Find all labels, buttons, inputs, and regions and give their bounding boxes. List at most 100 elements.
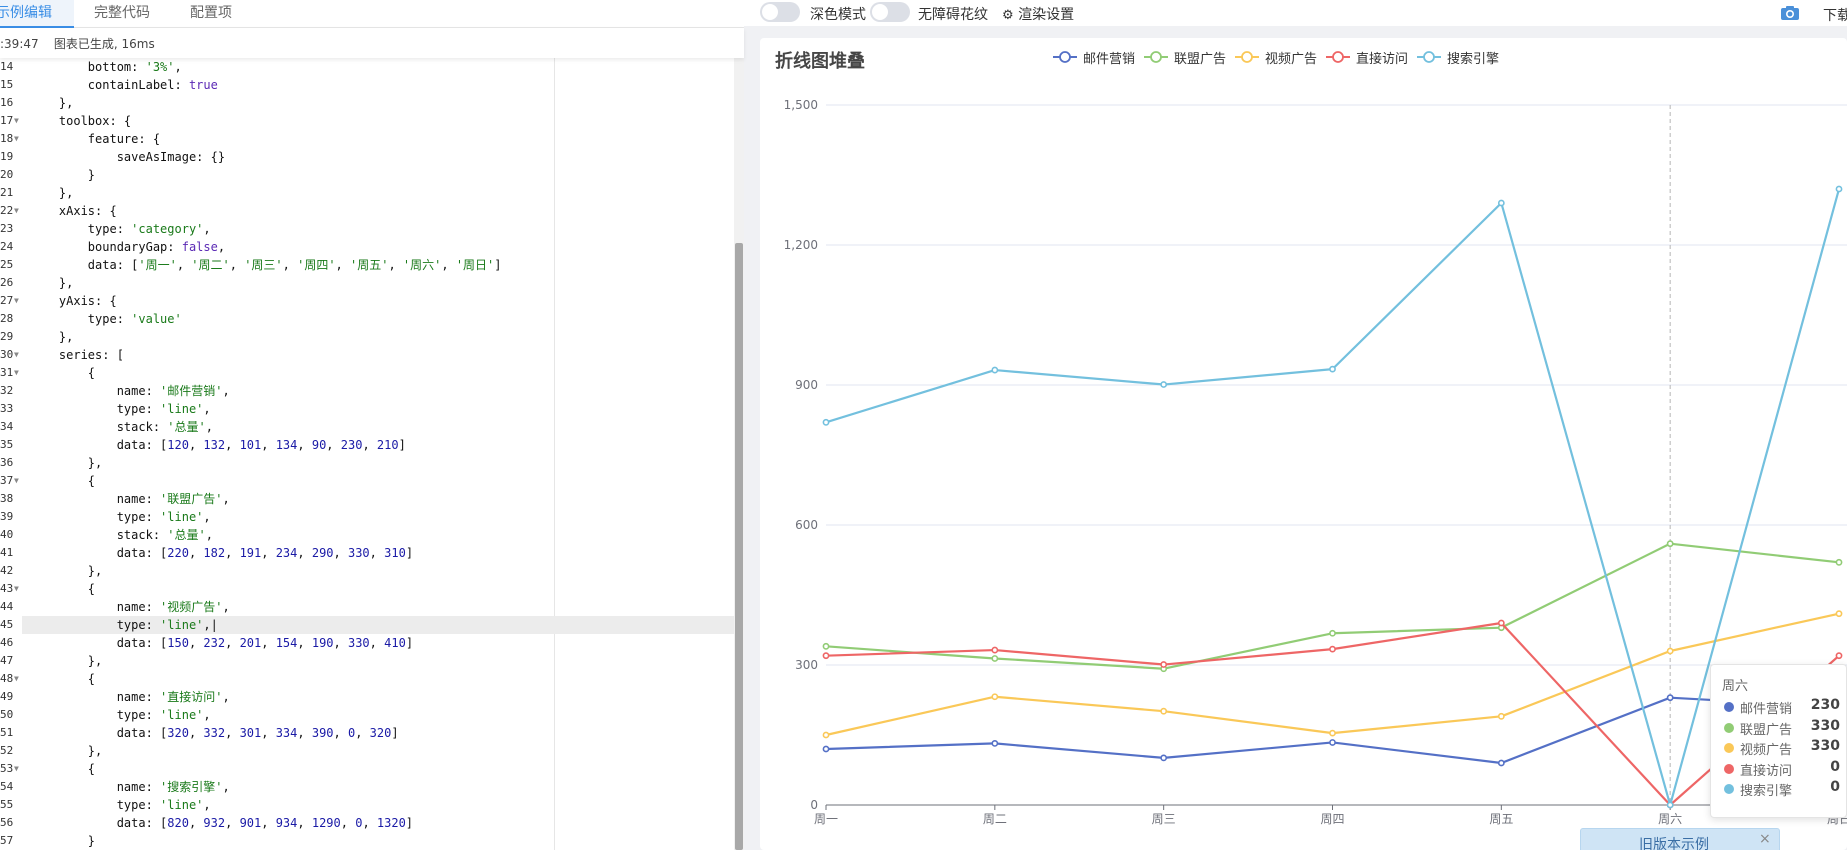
line-number: 46 <box>0 636 14 649</box>
old-version-example-tab[interactable]: 旧版本示例 × <box>1580 828 1780 850</box>
code-line[interactable]: containLabel: true <box>30 76 218 94</box>
editor-pane: 示例编辑 完整代码 配置项 :39:47 图表已生成, 16ms 运行 14 b… <box>0 0 744 850</box>
chart-tooltip: 周六 邮件营销 230 联盟广告 330 视频广告 330 直接访问 0 搜索引擎 0 <box>1710 664 1847 818</box>
render-settings-button[interactable]: ⚙ 渲染设置 <box>1002 4 1074 24</box>
camera-icon[interactable] <box>1780 5 1800 21</box>
data-point <box>1160 661 1168 668</box>
code-line[interactable]: { <box>30 760 95 778</box>
data-point <box>991 366 999 374</box>
code-line[interactable]: stack: '总量', <box>30 418 213 436</box>
code-line[interactable]: type: 'category', <box>30 220 211 238</box>
fold-toggle-icon[interactable]: ▼ <box>14 674 19 683</box>
code-line[interactable]: }, <box>30 184 73 202</box>
code-line[interactable]: }, <box>30 454 102 472</box>
legend-line-icon <box>1053 51 1077 63</box>
tab-options[interactable]: 配置项 <box>190 0 250 28</box>
fold-toggle-icon[interactable]: ▼ <box>14 764 19 773</box>
preview-toolbar: 深色模式 无障碍花纹 ⚙ 渲染设置 下载 <box>744 0 1847 26</box>
tooltip-series-name: 联盟广告 <box>1740 722 1793 738</box>
code-line[interactable]: boundaryGap: false, <box>30 238 225 256</box>
download-button[interactable]: 下载 <box>1823 5 1847 25</box>
code-line[interactable]: data: [120, 132, 101, 134, 90, 230, 210] <box>30 436 406 454</box>
line-number: 55 <box>0 798 14 811</box>
code-line[interactable]: name: '视频广告', <box>30 598 230 616</box>
series-color-dot <box>1724 702 1734 712</box>
code-line[interactable]: toolbox: { <box>30 112 131 130</box>
code-line[interactable]: series: [ <box>30 346 124 364</box>
tooltip-series-name: 搜索引擎 <box>1740 784 1793 799</box>
code-line[interactable]: name: '搜索引擎', <box>30 778 230 796</box>
line-number: 49 <box>0 690 14 703</box>
code-line[interactable]: type: 'line', <box>30 796 211 814</box>
line-number: 29 <box>0 330 14 343</box>
tooltip-row: 视频广告 330 <box>1722 738 1840 758</box>
code-line[interactable]: saveAsImage: {} <box>30 148 225 166</box>
fold-toggle-icon[interactable]: ▼ <box>14 116 19 125</box>
line-number: 33 <box>0 402 14 415</box>
code-line[interactable]: name: '邮件营销', <box>30 382 230 400</box>
legend-label: 邮件营销 <box>1083 52 1136 67</box>
data-point <box>1329 739 1336 746</box>
code-line[interactable]: }, <box>30 742 102 760</box>
code-line[interactable]: type: 'value' <box>30 310 182 328</box>
app-window: 示例编辑 完整代码 配置项 :39:47 图表已生成, 16ms 运行 14 b… <box>0 0 1847 850</box>
code-line[interactable]: { <box>30 580 95 598</box>
old-version-label: 旧版本示例 <box>1639 837 1709 850</box>
x-tick-label: 周六 <box>1658 812 1682 826</box>
code-line[interactable]: } <box>30 166 95 184</box>
code-line[interactable]: }, <box>30 562 102 580</box>
line-number: 26 <box>0 276 14 289</box>
fold-toggle-icon[interactable]: ▼ <box>14 134 19 143</box>
fold-toggle-icon[interactable]: ▼ <box>14 350 19 359</box>
data-point <box>1666 694 1674 702</box>
data-point <box>822 652 830 660</box>
close-icon[interactable]: × <box>1759 831 1771 847</box>
fold-toggle-icon[interactable]: ▼ <box>14 584 19 593</box>
code-line[interactable]: type: 'line',| <box>30 616 218 634</box>
line-number: 50 <box>0 708 14 721</box>
code-line[interactable]: type: 'line', <box>30 400 211 418</box>
code-line[interactable]: data: [220, 182, 191, 234, 290, 330, 310… <box>30 544 413 562</box>
code-line[interactable]: data: [820, 932, 901, 934, 1290, 0, 1320… <box>30 814 413 832</box>
code-line[interactable]: feature: { <box>30 130 160 148</box>
code-line[interactable]: }, <box>30 274 73 292</box>
fold-toggle-icon[interactable]: ▼ <box>14 206 19 215</box>
status-bar: :39:47 图表已生成, 16ms <box>0 28 744 58</box>
line-number: 23 <box>0 222 14 235</box>
code-line[interactable]: } <box>30 832 95 850</box>
data-point <box>1666 540 1674 548</box>
code-line[interactable]: { <box>30 670 95 688</box>
code-editor[interactable]: 14 bottom: '3%', 15 containLabel: true 16 … <box>0 58 736 850</box>
code-line[interactable]: stack: '总量', <box>30 526 213 544</box>
line-number: 57 <box>0 834 14 847</box>
data-point <box>822 745 830 753</box>
code-line[interactable]: name: '直接访问', <box>30 688 230 706</box>
code-line[interactable]: type: 'line', <box>30 706 211 724</box>
tab-full-code[interactable]: 完整代码 <box>94 0 174 28</box>
code-line[interactable]: }, <box>30 94 73 112</box>
code-line[interactable]: xAxis: { <box>30 202 117 220</box>
accessible-pattern-toggle[interactable] <box>870 2 910 22</box>
code-line[interactable]: data: [150, 232, 201, 154, 190, 330, 410… <box>30 634 413 652</box>
fold-toggle-icon[interactable]: ▼ <box>14 368 19 377</box>
code-line[interactable]: type: 'line', <box>30 508 211 526</box>
code-line[interactable]: }, <box>30 652 102 670</box>
dark-mode-toggle[interactable] <box>760 2 800 22</box>
data-point <box>991 740 999 747</box>
code-line[interactable]: name: '联盟广告', <box>30 490 230 508</box>
code-line[interactable]: data: ['周一', '周二', '周三', '周四', '周五', '周六… <box>30 256 502 274</box>
dark-mode-label: 深色模式 <box>810 7 866 23</box>
code-line[interactable]: data: [320, 332, 301, 334, 390, 0, 320] <box>30 724 399 742</box>
code-line[interactable]: }, <box>30 328 73 346</box>
chart-canvas[interactable]: 折线图堆叠03006009001,2001,500周一 周二 周三 周四 周五 周六 周日 <box>760 38 1847 850</box>
line-number: 38 <box>0 492 14 505</box>
code-line[interactable]: yAxis: { <box>30 292 117 310</box>
editor-scrollbar-thumb[interactable] <box>735 243 743 850</box>
tab-example-edit[interactable]: 示例编辑 <box>0 0 74 28</box>
fold-toggle-icon[interactable]: ▼ <box>14 296 19 305</box>
code-line[interactable]: bottom: '3%', <box>30 58 182 76</box>
code-line[interactable]: { <box>30 364 95 382</box>
fold-toggle-icon[interactable]: ▼ <box>14 476 19 485</box>
code-line[interactable]: { <box>30 472 95 490</box>
line-number: 40 <box>0 528 14 541</box>
